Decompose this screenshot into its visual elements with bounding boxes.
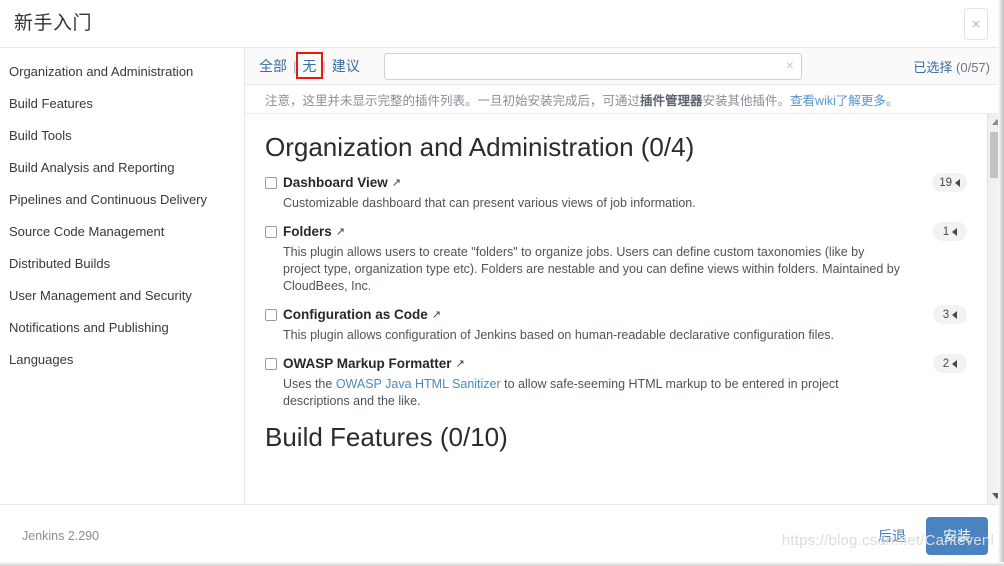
sidebar-item-pipelines-and-continuous-delivery[interactable]: Pipelines and Continuous Delivery bbox=[0, 184, 244, 216]
sidebar-item-build-analysis-and-reporting[interactable]: Build Analysis and Reporting bbox=[0, 152, 244, 184]
plugin-description-configuration-as-code: This plugin allows configuration of Jenk… bbox=[283, 328, 835, 342]
footer-actions: 后退 安装 bbox=[872, 516, 988, 555]
triangle-left-icon bbox=[952, 359, 958, 368]
plugin-header: Configuration as Code ↗ bbox=[265, 307, 973, 322]
search-box: × bbox=[383, 52, 802, 80]
notice-text-1: 注意，这里并未显示完整的插件列表。一旦初始安装完成后，可通过 bbox=[265, 93, 641, 108]
sidebar-item-source-code-management[interactable]: Source Code Management bbox=[0, 216, 244, 248]
desc-part-pre: Uses the bbox=[283, 377, 336, 391]
dialog-footer: Jenkins 2.290 后退 安装 https://blog.csdn.ne… bbox=[0, 504, 1004, 566]
plugin-description-dashboard-view: Customizable dashboard that can present … bbox=[283, 196, 696, 210]
scrollbar-thumb[interactable] bbox=[990, 132, 1003, 178]
category-heading-build-features: Build Features (0/10) bbox=[265, 422, 508, 452]
dialog-header: 新手入门 × bbox=[0, 0, 1004, 47]
close-icon[interactable]: × bbox=[964, 8, 988, 40]
plugin-name-configuration-as-code[interactable]: Configuration as Code bbox=[283, 307, 428, 322]
sidebar-item-build-features[interactable]: Build Features bbox=[0, 88, 244, 120]
tab-separator-1: | bbox=[293, 58, 297, 74]
plugin-list-scrollbar[interactable] bbox=[987, 114, 1004, 504]
install-button[interactable]: 安装 bbox=[926, 516, 988, 555]
tab-suggested[interactable]: 建议 bbox=[330, 56, 362, 76]
plugin-list-area: Organization and Administration (0/4) Da… bbox=[245, 114, 1004, 504]
badge-count: 3 bbox=[942, 308, 950, 321]
plugin-description-owasp-markup-formatter: Uses the OWASP Java HTML Sanitizer to al… bbox=[283, 376, 903, 410]
selected-count-value: (0/57) bbox=[956, 59, 990, 75]
notice-text-2: 安装其他插件。 bbox=[702, 93, 791, 108]
jenkins-version: Jenkins 2.290 bbox=[22, 528, 100, 543]
triangle-left-icon bbox=[952, 310, 958, 319]
plugin-row-folders: Folders ↗ This plugin allows users to cr… bbox=[265, 222, 973, 295]
plugin-dependency-badge-folders[interactable]: 1 bbox=[933, 222, 967, 241]
scroll-up-icon[interactable] bbox=[988, 114, 1004, 130]
plugin-description-folders: This plugin allows users to create "fold… bbox=[283, 245, 901, 293]
external-link-icon[interactable]: ↗ bbox=[456, 357, 465, 370]
plugin-checkbox-dashboard-view[interactable] bbox=[265, 176, 277, 189]
sidebar-item-user-management-and-security[interactable]: User Management and Security bbox=[0, 280, 244, 312]
plugin-toolbar: 全部 | 无 | 建议 × 已选择 (0/57) bbox=[245, 48, 1004, 85]
selected-count-label: 已选择 bbox=[913, 59, 953, 75]
sidebar-item-languages[interactable]: Languages bbox=[0, 344, 244, 376]
sidebar-item-organization-and-administration[interactable]: Organization and Administration bbox=[0, 56, 244, 88]
selected-count[interactable]: 已选择 (0/57) bbox=[913, 57, 994, 76]
tab-separator-2: | bbox=[322, 58, 326, 74]
page-title: 新手入门 bbox=[14, 13, 93, 34]
external-link-icon[interactable]: ↗ bbox=[432, 308, 441, 321]
external-link-icon[interactable]: ↗ bbox=[336, 225, 345, 238]
plugin-dependency-badge-owasp-markup-formatter[interactable]: 2 bbox=[933, 354, 967, 373]
plugin-row-dashboard-view: Dashboard View ↗ Customizable dashboard … bbox=[265, 173, 973, 212]
badge-count: 2 bbox=[942, 357, 950, 370]
plugin-checkbox-folders[interactable] bbox=[265, 225, 277, 238]
external-link-icon[interactable]: ↗ bbox=[392, 176, 401, 189]
plugin-dependency-badge-dashboard-view[interactable]: 19 bbox=[932, 173, 967, 192]
notice-text-3: 。 bbox=[885, 93, 899, 108]
plugin-notice-banner: 注意，这里并未显示完整的插件列表。一旦初始安装完成后，可通过 插件管理器 安装其他插… bbox=[245, 85, 1004, 114]
plugin-checkbox-configuration-as-code[interactable] bbox=[265, 308, 277, 321]
plugin-name-owasp-markup-formatter[interactable]: OWASP Markup Formatter bbox=[283, 356, 452, 371]
plugin-dependency-badge-configuration-as-code[interactable]: 3 bbox=[933, 305, 967, 324]
filter-tabs: 全部 | 无 | 建议 bbox=[257, 52, 362, 79]
plugin-name-dashboard-view[interactable]: Dashboard View bbox=[283, 175, 388, 190]
plugin-row-configuration-as-code: Configuration as Code ↗ This plugin allo… bbox=[265, 305, 973, 344]
category-sidebar: Organization and Administration Build Fe… bbox=[0, 48, 245, 504]
tab-none[interactable]: 无 bbox=[300, 56, 318, 76]
badge-count: 1 bbox=[942, 225, 950, 238]
sidebar-item-notifications-and-publishing[interactable]: Notifications and Publishing bbox=[0, 312, 244, 344]
plugin-panel: 全部 | 无 | 建议 × 已选择 (0/57) 注意，这里并未显示完整的插件列… bbox=[245, 48, 1004, 504]
plugin-header: Folders ↗ bbox=[265, 224, 973, 239]
sidebar-item-distributed-builds[interactable]: Distributed Builds bbox=[0, 248, 244, 280]
sidebar-item-build-tools[interactable]: Build Tools bbox=[0, 120, 244, 152]
dialog-body: Organization and Administration Build Fe… bbox=[0, 47, 1004, 504]
plugin-header: Dashboard View ↗ bbox=[265, 175, 973, 190]
triangle-left-icon bbox=[952, 227, 958, 236]
notice-wiki-link[interactable]: 查看wiki了解更多 bbox=[790, 90, 886, 109]
tab-all[interactable]: 全部 bbox=[257, 56, 289, 76]
owasp-sanitizer-link[interactable]: OWASP Java HTML Sanitizer bbox=[336, 377, 501, 391]
plugin-list: Organization and Administration (0/4) Da… bbox=[245, 114, 987, 504]
plugin-header: OWASP Markup Formatter ↗ bbox=[265, 356, 973, 371]
notice-bold-plugin-manager: 插件管理器 bbox=[640, 93, 703, 108]
plugin-checkbox-owasp-markup-formatter[interactable] bbox=[265, 357, 277, 370]
clear-search-icon[interactable]: × bbox=[786, 57, 794, 73]
back-button[interactable]: 后退 bbox=[872, 522, 912, 550]
category-heading-organization: Organization and Administration (0/4) bbox=[265, 132, 695, 162]
triangle-left-icon bbox=[955, 178, 960, 187]
plugin-row-owasp-markup-formatter: OWASP Markup Formatter ↗ Uses the OWASP … bbox=[265, 354, 973, 410]
badge-count: 19 bbox=[939, 176, 952, 189]
getting-started-dialog: 新手入门 × Organization and Administration B… bbox=[0, 0, 1004, 566]
search-input[interactable] bbox=[383, 52, 802, 80]
scroll-down-icon[interactable] bbox=[988, 488, 1004, 504]
plugin-name-folders[interactable]: Folders bbox=[283, 224, 332, 239]
